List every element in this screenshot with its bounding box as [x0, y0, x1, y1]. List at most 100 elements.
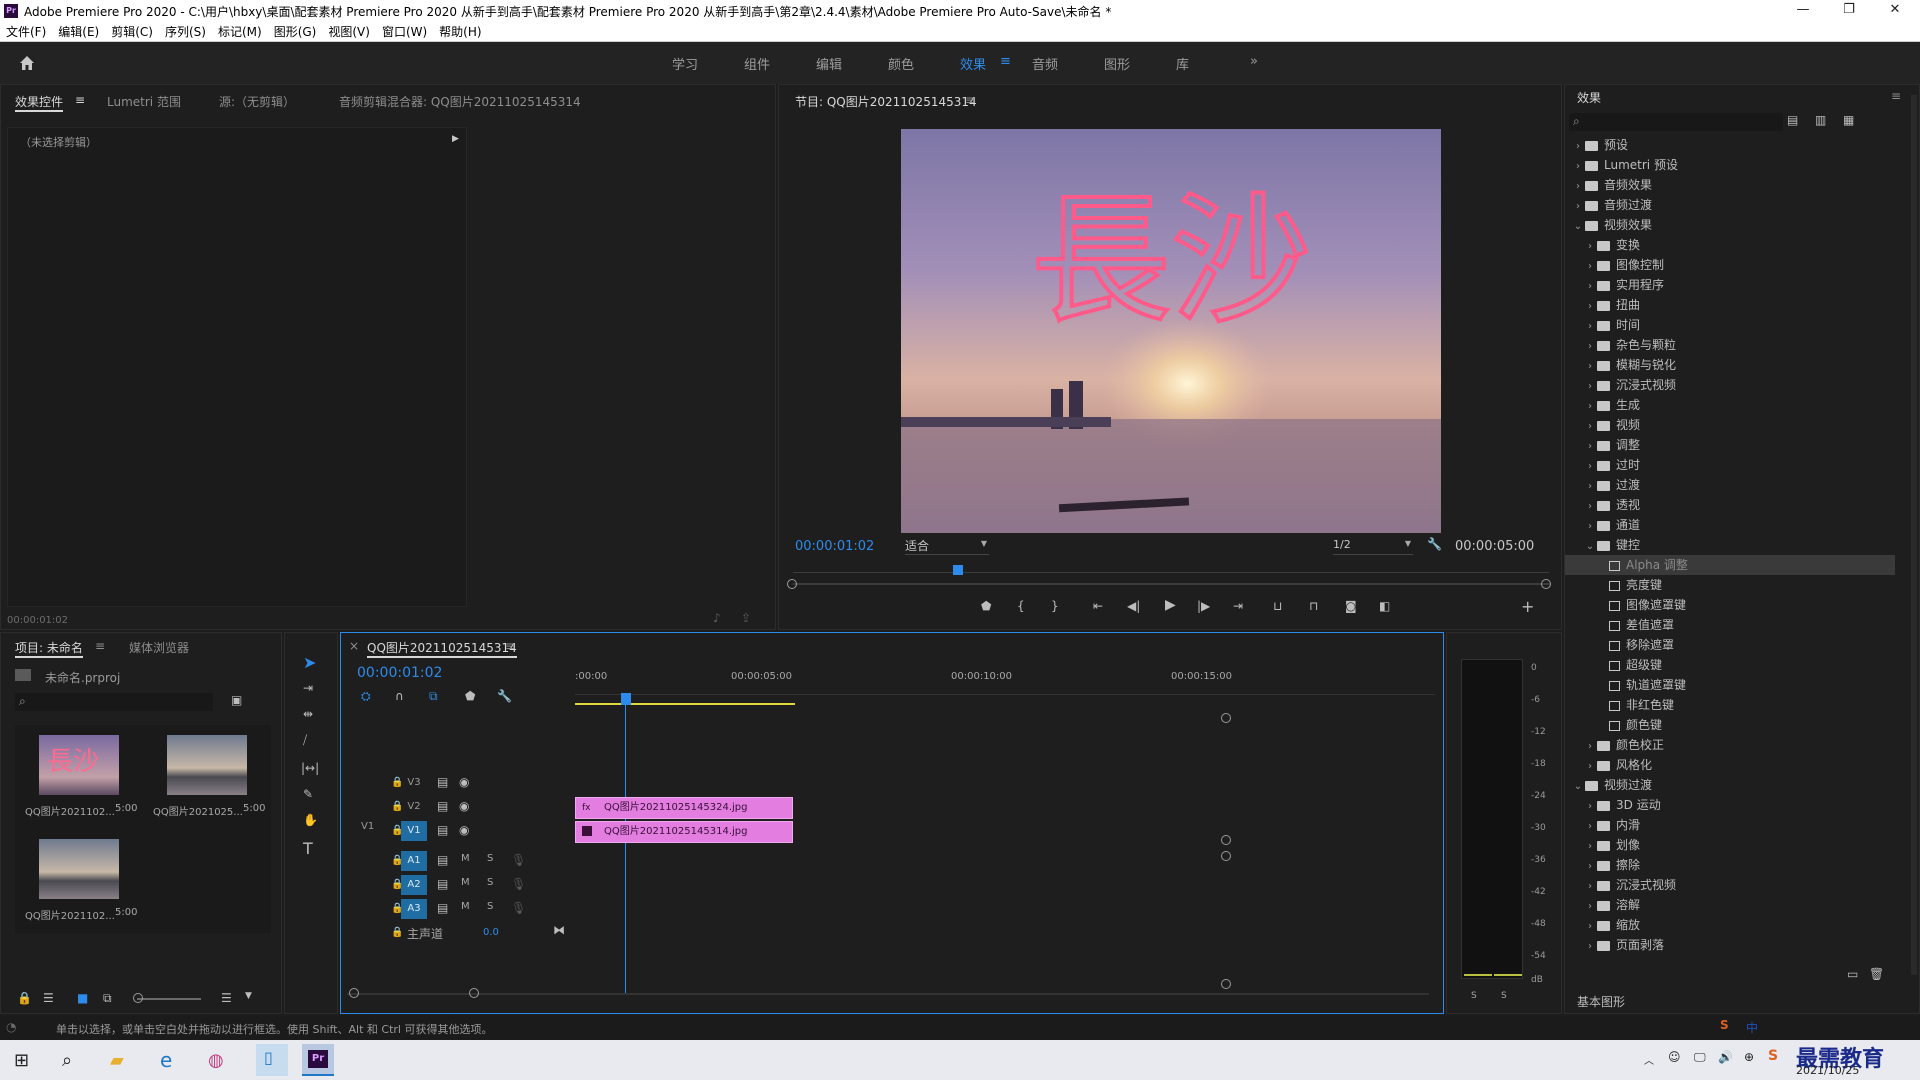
project-item-name[interactable]: QQ图片2021102... — [25, 907, 115, 922]
yuv-effects-icon[interactable]: ▦ — [1843, 113, 1854, 127]
sync-lock-icon[interactable]: ▤ — [437, 877, 448, 891]
chevron-right-icon[interactable]: › — [1583, 417, 1597, 437]
audio-scroll-handle[interactable] — [1221, 851, 1231, 861]
solo-button[interactable]: S — [487, 901, 493, 912]
chevron-down-icon[interactable]: ⌄ — [1583, 537, 1597, 557]
sync-lock-icon[interactable]: ▤ — [437, 901, 448, 915]
chevron-right-icon[interactable]: › — [1583, 357, 1597, 377]
menu-help[interactable]: 帮助(H) — [433, 23, 487, 40]
effect-folder[interactable]: › 划像 — [1565, 835, 1895, 855]
project-search-input[interactable]: ⌕ — [15, 693, 213, 711]
step-back-icon[interactable]: ◀| — [1127, 599, 1140, 613]
effect-folder[interactable]: › 图像控制 — [1565, 255, 1895, 275]
eye-icon[interactable]: ◉ — [459, 823, 469, 837]
scroll-handle-left[interactable] — [349, 988, 359, 998]
effect-folder[interactable]: › 实用程序 — [1565, 275, 1895, 295]
effect-folder[interactable]: › 内滑 — [1565, 815, 1895, 835]
close-sequence-icon[interactable]: × — [349, 639, 359, 653]
chevron-right-icon[interactable]: › — [1583, 517, 1597, 537]
sogou-icon[interactable]: S — [1768, 1048, 1778, 1064]
add-marker-icon[interactable]: ⬟ — [981, 599, 991, 613]
home-icon[interactable] — [18, 54, 36, 72]
effect-folder[interactable]: ⌄ 视频效果 — [1565, 215, 1895, 235]
sync-lock-icon[interactable]: ▤ — [437, 799, 448, 813]
effects-scrollbar[interactable] — [1911, 95, 1917, 975]
track-label-a2[interactable]: A2 — [401, 875, 427, 895]
windows-start-icon[interactable]: ⊞ — [14, 1050, 29, 1071]
effect-item[interactable]: 超级键 — [1565, 655, 1895, 675]
track-label-v3[interactable]: V3 — [401, 773, 427, 793]
chevron-right-icon[interactable]: › — [1583, 797, 1597, 817]
audio-scroll-handle[interactable] — [1221, 979, 1231, 989]
effect-folder[interactable]: › 生成 — [1565, 395, 1895, 415]
add-marker-icon[interactable]: ⬟ — [465, 689, 475, 703]
premiere-taskbar-icon[interactable]: Pr — [302, 1044, 334, 1076]
lift-icon[interactable]: ⊔ — [1273, 599, 1282, 613]
selection-tool-icon[interactable]: ➤ — [303, 653, 316, 672]
chevron-right-icon[interactable]: › — [1583, 397, 1597, 417]
zoom-handle-right[interactable] — [1541, 579, 1551, 589]
filter-audio-icon[interactable]: ♪ — [713, 611, 721, 625]
program-playhead-timecode[interactable]: 00:00:01:02 — [795, 539, 874, 554]
effect-folder[interactable]: › 杂色与颗粒 — [1565, 335, 1895, 355]
monitor-zoom-bar[interactable] — [793, 583, 1551, 585]
nest-sequence-icon[interactable]: ⛭ — [361, 689, 371, 704]
comparison-view-icon[interactable]: ◧ — [1379, 599, 1390, 613]
work-area-bar[interactable] — [575, 703, 795, 705]
tab-lumetri-scopes[interactable]: Lumetri 范围 — [107, 93, 181, 110]
sort-icon[interactable]: ☰ — [221, 991, 232, 1005]
chevron-right-icon[interactable]: › — [1571, 157, 1585, 177]
project-item-name[interactable]: QQ图片2021102... — [25, 803, 115, 818]
effect-folder[interactable]: › 模糊与锐化 — [1565, 355, 1895, 375]
effect-folder[interactable]: › 3D 运动 — [1565, 795, 1895, 815]
chevron-right-icon[interactable]: › — [1583, 437, 1597, 457]
scroll-handle-right[interactable] — [469, 988, 479, 998]
panel-menu-icon[interactable]: ≡ — [95, 639, 105, 653]
workspace-tab-graphics[interactable]: 图形 — [1104, 54, 1130, 73]
solo-right-button[interactable]: S — [1501, 991, 1507, 1001]
menu-clip[interactable]: 剪辑(C) — [105, 23, 159, 40]
chevron-right-icon[interactable]: › — [1571, 137, 1585, 157]
new-search-bin-icon[interactable]: ▣ — [231, 693, 242, 707]
timeline-settings-wrench-icon[interactable]: 🔧 — [497, 689, 512, 703]
chevron-right-icon[interactable]: › — [1583, 237, 1597, 257]
panel-menu-icon[interactable]: ≡ — [505, 639, 515, 653]
32bit-effects-icon[interactable]: ▥ — [1815, 113, 1826, 127]
tab-audio-clip-mixer[interactable]: 音频剪辑混合器: QQ图片20211025145314 — [339, 93, 581, 110]
razor-tool-icon[interactable]: ⧸ — [303, 733, 307, 748]
zoom-fit-dropdown[interactable]: 适合 ▼ — [905, 537, 989, 555]
effect-folder[interactable]: › 扭曲 — [1565, 295, 1895, 315]
timeline-horizontal-scroll[interactable] — [347, 993, 1429, 995]
effect-folder[interactable]: › 溶解 — [1565, 895, 1895, 915]
timeline-playhead-handle[interactable] — [621, 693, 631, 705]
effect-folder[interactable]: › 风格化 — [1565, 755, 1895, 775]
menu-edit[interactable]: 编辑(E) — [52, 23, 105, 40]
tray-user-icon[interactable]: ☺ — [1668, 1050, 1681, 1064]
type-tool-icon[interactable]: T — [303, 839, 313, 858]
chevron-right-icon[interactable]: › — [1583, 297, 1597, 317]
mute-button[interactable]: M — [461, 901, 470, 912]
chevron-right-icon[interactable]: › — [1571, 177, 1585, 197]
menu-sequence[interactable]: 序列(S) — [159, 23, 212, 40]
effect-item[interactable]: 差值遮罩 — [1565, 615, 1895, 635]
menu-window[interactable]: 窗口(W) — [376, 23, 433, 40]
workspace-tab-effects[interactable]: 效果 — [960, 54, 986, 73]
effect-folder[interactable]: › 变换 — [1565, 235, 1895, 255]
effects-search-input[interactable]: ⌕ — [1569, 113, 1783, 131]
volume-icon[interactable]: 🔊 — [1718, 1050, 1733, 1064]
program-video-frame[interactable]: 長沙 — [901, 129, 1441, 533]
close-icon[interactable]: ✕ — [1872, 0, 1918, 22]
minimize-icon[interactable]: — — [1780, 0, 1826, 22]
chevron-right-icon[interactable]: › — [1583, 917, 1597, 937]
effect-item[interactable]: 移除遮罩 — [1565, 635, 1895, 655]
workspace-menu-icon[interactable]: ≡ — [1000, 54, 1011, 69]
project-item-name[interactable]: QQ图片2021025... — [153, 803, 243, 818]
eye-icon[interactable]: ◉ — [459, 799, 469, 813]
workspace-tab-libraries[interactable]: 库 — [1176, 54, 1189, 73]
project-item-thumbnail[interactable]: 長沙 — [39, 735, 119, 795]
slider-handle[interactable] — [133, 993, 143, 1003]
microphone-icon[interactable]: 🎙 — [511, 853, 526, 867]
chevron-right-icon[interactable]: › — [1583, 277, 1597, 297]
settings-wrench-icon[interactable]: 🔧 — [1427, 537, 1442, 551]
chevron-down-icon[interactable]: ⌄ — [1571, 777, 1585, 797]
